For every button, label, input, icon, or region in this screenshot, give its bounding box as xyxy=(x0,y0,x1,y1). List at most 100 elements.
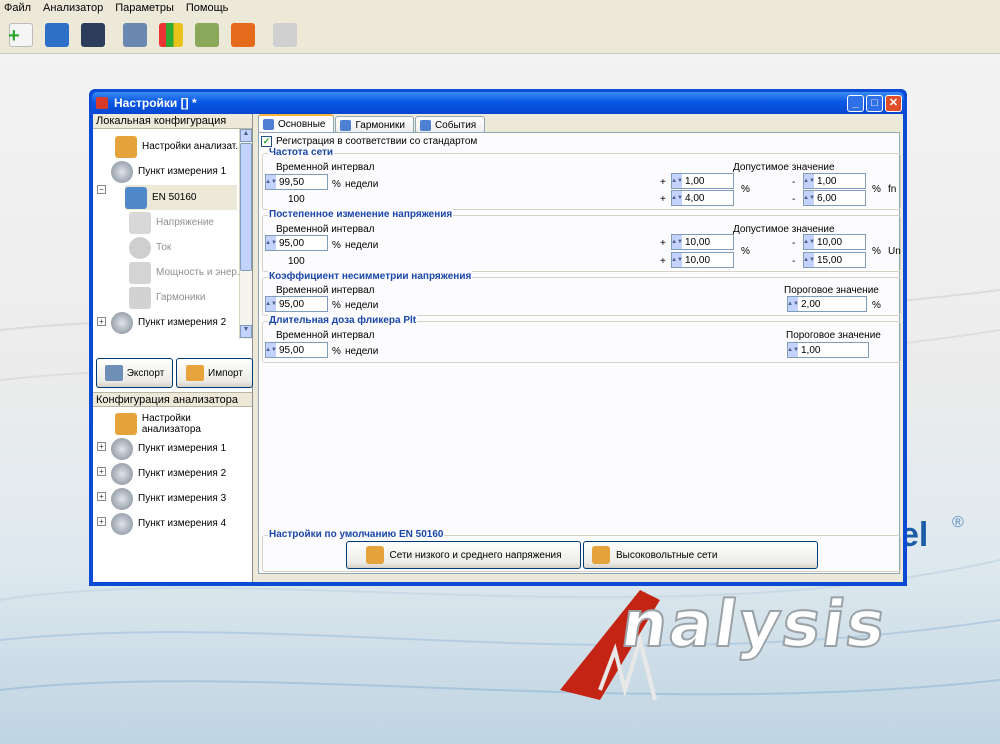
menu-analyzer[interactable]: Анализатор xyxy=(43,2,103,14)
menu-help[interactable]: Помощь xyxy=(186,2,229,14)
measurement-point-icon xyxy=(111,311,133,334)
tree-item-voltage[interactable]: Напряжение xyxy=(129,210,214,235)
scroll-down-arrow[interactable]: ▼ xyxy=(240,325,252,338)
frequency-minus-1-input[interactable]: ▲▼ 1,00 xyxy=(803,173,866,189)
spinner-arrows-icon[interactable]: ▲▼ xyxy=(803,235,815,249)
scroll-up-arrow[interactable]: ▲ xyxy=(240,129,252,142)
tree-item-a-point-1[interactable]: Пункт измерения 1 xyxy=(111,436,226,461)
tree-item-a-point-4[interactable]: Пункт измерения 4 xyxy=(111,511,226,536)
tab-strip: Основные Гармоники События xyxy=(258,114,486,133)
analyzer-icon xyxy=(123,22,147,47)
window-titlebar[interactable]: Настройки [] * _ □ ✕ xyxy=(92,92,904,114)
analyzer-button[interactable] xyxy=(120,20,150,50)
tree-item-current[interactable]: Ток xyxy=(129,235,171,260)
tree-item-point-1[interactable]: Пункт измерения 1 xyxy=(111,159,226,184)
registered-mark: ® xyxy=(952,514,964,531)
harmonics-icon xyxy=(129,286,151,309)
tab-general[interactable]: Основные xyxy=(258,114,335,133)
spinner-arrows-icon[interactable]: ▲▼ xyxy=(265,297,277,311)
expander-a-point-1[interactable]: + xyxy=(97,442,106,451)
minimize-button[interactable]: _ xyxy=(847,94,864,112)
spinner-arrows-icon[interactable]: ▲▼ xyxy=(265,175,277,189)
tree-item-en50160[interactable]: EN 50160 xyxy=(125,185,237,210)
export-button[interactable]: Экспорт xyxy=(96,358,173,388)
settings-gear-icon xyxy=(365,546,384,564)
high-voltage-button[interactable]: Высоковольтные сети xyxy=(583,541,818,569)
tree-item-harmonics[interactable]: Гармоники xyxy=(129,285,205,310)
spinner-arrows-icon[interactable]: ▲▼ xyxy=(803,174,815,188)
group-frequency: Частота сети Временной интервал Допустим… xyxy=(262,147,901,210)
voltage-change-minus-2-input[interactable]: ▲▼ 15,00 xyxy=(803,252,866,268)
expander-a-point-3[interactable]: + xyxy=(97,492,106,501)
spinner-arrows-icon[interactable]: ▲▼ xyxy=(803,191,815,205)
new-file-button[interactable]: + xyxy=(6,20,36,50)
window-client: Локальная конфигурация Настройки анализа… xyxy=(93,114,903,582)
menu-parameters[interactable]: Параметры xyxy=(115,2,174,14)
close-button[interactable]: ✕ xyxy=(885,94,902,112)
flicker-threshold-input[interactable]: ▲▼ 1,00 xyxy=(787,342,869,358)
tree-item-analyzer-settings[interactable]: Настройки анализат... xyxy=(115,134,244,159)
new-file-icon: + xyxy=(8,22,33,47)
spinner-arrows-icon[interactable]: ▲▼ xyxy=(671,191,683,205)
import-button[interactable]: Импорт xyxy=(176,358,253,388)
spinner-arrows-icon[interactable]: ▲▼ xyxy=(671,235,683,249)
right-pane: Основные Гармоники События ✓ Регистрация … xyxy=(254,114,903,582)
menu-bar: Файл Анализатор Параметры Помощь xyxy=(0,0,1000,16)
checkmark-icon: ✓ xyxy=(261,136,272,147)
asymmetry-interval-input[interactable]: ▲▼ 95,00 xyxy=(265,296,328,312)
expander-point-2[interactable]: + xyxy=(97,317,106,326)
expander-point-1[interactable]: − xyxy=(97,185,106,194)
frequency-interval-input[interactable]: ▲▼ 99,50 xyxy=(265,174,328,190)
measurement-point-icon xyxy=(111,462,133,485)
frequency-weeks-count: 100 xyxy=(288,194,305,205)
frequency-plus-1-input[interactable]: ▲▼ 1,00 xyxy=(671,173,734,189)
flicker-interval-input[interactable]: ▲▼ 95,00 xyxy=(265,342,328,358)
open-folder-button[interactable] xyxy=(42,20,72,50)
low-medium-voltage-button[interactable]: Сети низкого и среднего напряжения xyxy=(346,541,581,569)
voltage-change-plus-1-input[interactable]: ▲▼ 10,00 xyxy=(671,234,734,250)
local-tree-scrollbar[interactable]: ▲ ▼ xyxy=(239,129,252,339)
voltage-change-plus-2-input[interactable]: ▲▼ 10,00 xyxy=(671,252,734,268)
maximize-button[interactable]: □ xyxy=(866,94,883,112)
events-tab-icon xyxy=(419,119,431,131)
tree-item-power[interactable]: Мощность и энер... xyxy=(129,260,245,285)
tree-item-analyzer-settings-2[interactable]: Настройки анализатора xyxy=(115,411,252,436)
device-button[interactable] xyxy=(192,20,222,50)
save-icon xyxy=(81,22,105,47)
settings-gear-icon xyxy=(592,546,610,564)
tree-item-a-point-3[interactable]: Пункт измерения 3 xyxy=(111,486,226,511)
frequency-minus-2-input[interactable]: ▲▼ 6,00 xyxy=(803,190,866,206)
voltage-change-interval-input[interactable]: ▲▼ 95,00 xyxy=(265,235,328,251)
expander-a-point-2[interactable]: + xyxy=(97,467,106,476)
measurement-point-icon xyxy=(111,487,133,510)
spinner-arrows-icon[interactable]: ▲▼ xyxy=(265,236,277,250)
save-button[interactable] xyxy=(78,20,108,50)
menu-file[interactable]: Файл xyxy=(4,2,31,14)
spinner-arrows-icon[interactable]: ▲▼ xyxy=(671,174,683,188)
brand-wordmark: nalysis xyxy=(616,587,893,663)
tab-events[interactable]: События xyxy=(414,116,486,133)
standard-registration-checkbox[interactable]: ✓ Регистрация в соответствии со стандарто… xyxy=(261,136,477,147)
measurement-point-icon xyxy=(111,512,133,535)
device-icon xyxy=(195,22,219,47)
frequency-plus-2-input[interactable]: ▲▼ 4,00 xyxy=(671,190,734,206)
analyzer-config-tree: Настройки анализатора + Пункт измерения … xyxy=(93,408,252,582)
asymmetry-threshold-input[interactable]: ▲▼ 2,00 xyxy=(787,296,867,312)
spinner-arrows-icon[interactable]: ▲▼ xyxy=(671,253,683,267)
spinner-arrows-icon[interactable]: ▲▼ xyxy=(787,343,799,357)
frequency-interval-label: Временной интервал xyxy=(276,162,375,173)
scroll-thumb[interactable] xyxy=(240,143,252,271)
import-icon xyxy=(186,365,205,381)
tree-item-a-point-2[interactable]: Пункт измерения 2 xyxy=(111,461,226,486)
tab-harmonics[interactable]: Гармоники xyxy=(335,116,414,133)
tree-item-point-2[interactable]: Пункт измерения 2 xyxy=(111,310,226,335)
expander-a-point-4[interactable]: + xyxy=(97,517,106,526)
connect-button[interactable] xyxy=(270,20,300,50)
chart-button[interactable] xyxy=(156,20,186,50)
spinner-arrows-icon[interactable]: ▲▼ xyxy=(803,253,815,267)
export-icon xyxy=(104,365,123,381)
voltage-change-minus-1-input[interactable]: ▲▼ 10,00 xyxy=(803,234,866,250)
spinner-arrows-icon[interactable]: ▲▼ xyxy=(265,343,277,357)
spinner-arrows-icon[interactable]: ▲▼ xyxy=(787,297,799,311)
settings-button[interactable] xyxy=(228,20,258,50)
